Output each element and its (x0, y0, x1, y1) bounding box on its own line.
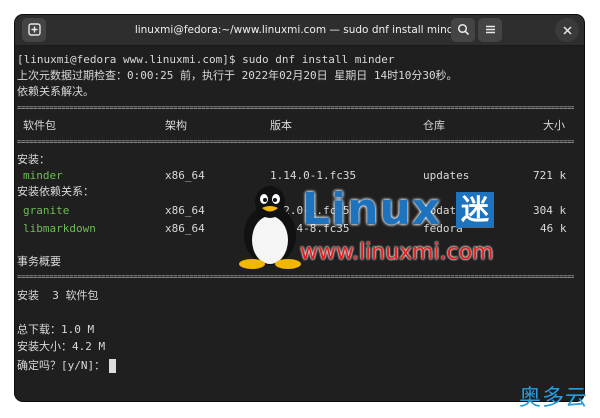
package-name: libmarkdown (23, 222, 96, 235)
package-arch: x86_64 (165, 222, 205, 235)
confirm-prompt[interactable]: 确定吗？[y/N]： (17, 358, 117, 374)
corner-watermark: 奥多云 (518, 386, 588, 411)
menu-button[interactable] (478, 18, 502, 42)
watermark-brand-cn: 迷 (456, 192, 494, 228)
metadata-line: 上次元数据过期检查：0:00:25 前，执行于 2022年02月20日 星期日 … (17, 69, 458, 82)
deps-label: 安装依赖关系： (17, 185, 94, 198)
resolving-line: 依赖关系解决。 (17, 85, 94, 98)
watermark-brand: Linux (302, 184, 442, 235)
summary-install: 安装 3 软件包 (17, 289, 99, 302)
watermark: Linux 迷 www.linuxmi.com (230, 180, 510, 275)
total-download: 总下载：1.0 M (17, 323, 95, 336)
close-icon (562, 21, 573, 40)
package-size: 721 k (533, 169, 567, 182)
text-cursor (109, 359, 117, 373)
package-size: 304 k (533, 204, 567, 217)
title-bar: linuxmi@fedora:~/www.linuxmi.com — sudo … (15, 15, 584, 46)
header-package: 软件包 (23, 119, 56, 132)
search-button[interactable] (451, 18, 475, 42)
command-line: [linuxmi@fedora www.linuxmi.com]$ sudo d… (17, 53, 395, 66)
installed-size: 安装大小：4.2 M (17, 340, 106, 353)
header-arch: 架构 (165, 119, 187, 132)
tux-penguin-icon (239, 186, 301, 269)
watermark-url: www.linuxmi.com (300, 240, 494, 265)
package-arch: x86_64 (165, 204, 205, 217)
summary-title: 事务概要 (17, 255, 61, 268)
package-arch: x86_64 (165, 169, 205, 182)
header-size: 大小 (543, 119, 565, 132)
header-version: 版本 (270, 119, 292, 132)
close-button[interactable] (555, 18, 579, 42)
header-repo: 仓库 (423, 119, 445, 132)
installing-label: 安装： (17, 153, 50, 166)
separator-line: ========================================… (17, 138, 574, 146)
hamburger-icon (484, 21, 497, 40)
package-size: 46 k (540, 222, 567, 235)
confirm-text: 确定吗？[y/N]： (17, 359, 106, 372)
search-icon (457, 21, 470, 40)
table-header: 软件包 架构 版本 仓库 大小 (17, 118, 574, 134)
separator-line: ========================================… (17, 104, 574, 112)
package-name: minder (23, 169, 63, 182)
package-name: granite (23, 204, 70, 217)
